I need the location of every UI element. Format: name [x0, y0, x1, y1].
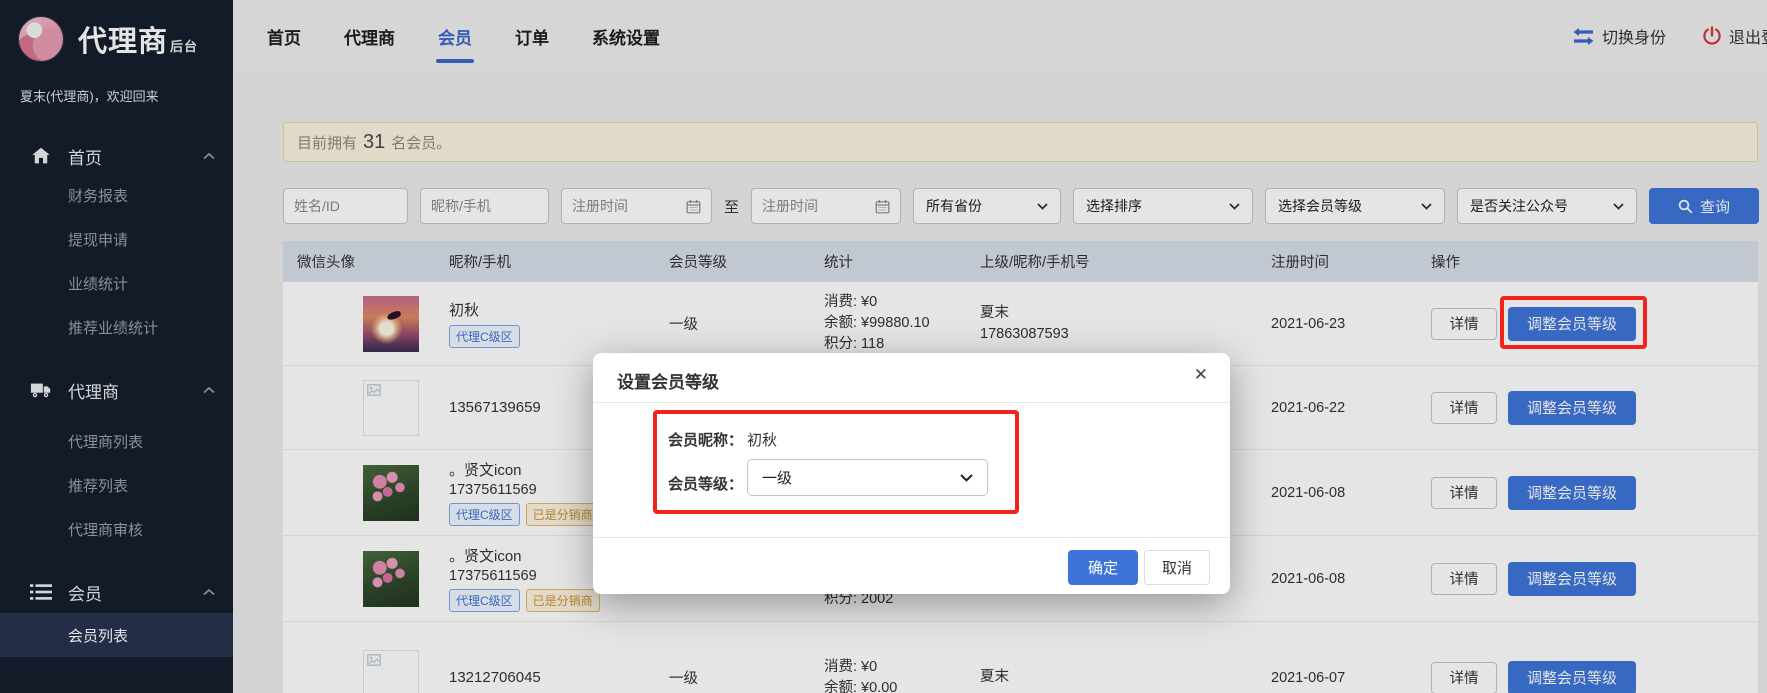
- close-icon[interactable]: ✕: [1194, 365, 1208, 385]
- set-member-level-modal: 设置会员等级 ✕ 会员昵称： 初秋 会员等级： 一级 确定 取消: [593, 353, 1230, 594]
- member-level-label: 会员等级：: [668, 473, 743, 494]
- member-nick-value: 初秋: [747, 429, 777, 450]
- confirm-button[interactable]: 确定: [1068, 550, 1138, 585]
- modal-title: 设置会员等级: [617, 368, 719, 393]
- chevron-down-icon: [960, 474, 973, 482]
- modal-footer-divider: [593, 537, 1230, 538]
- modal-level-select[interactable]: 一级: [747, 459, 988, 496]
- member-nick-label: 会员昵称：: [668, 429, 743, 450]
- cancel-button[interactable]: 取消: [1144, 550, 1210, 585]
- modal-divider: [593, 402, 1230, 403]
